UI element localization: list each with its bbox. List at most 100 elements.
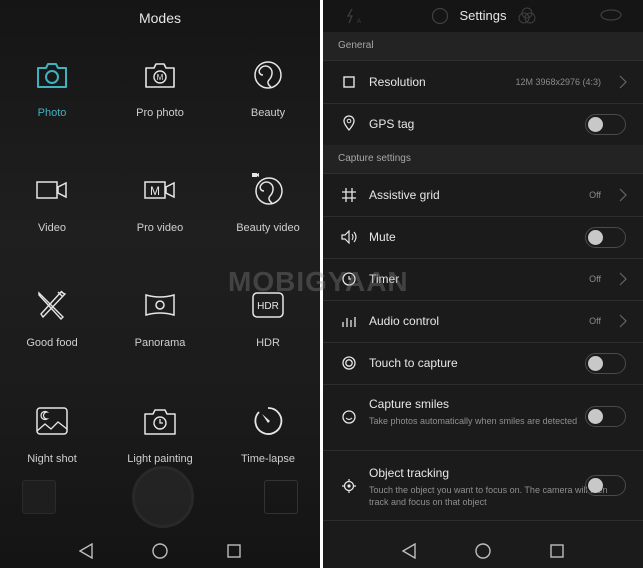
- capture-smiles-toggle[interactable]: [585, 406, 626, 427]
- shutter-button[interactable]: [132, 466, 194, 528]
- mode-label: HDR: [256, 337, 280, 349]
- mute-toggle[interactable]: [585, 227, 626, 248]
- setting-touch-to-capture[interactable]: Touch to capture: [323, 342, 643, 385]
- modes-title: Modes: [138, 10, 182, 26]
- section-label: Capture settings: [338, 153, 411, 164]
- mode-label: Panorama: [134, 337, 186, 349]
- video-camera-icon: [32, 170, 72, 210]
- section-label: General: [338, 40, 374, 51]
- mode-beauty-video[interactable]: Beauty video: [215, 170, 320, 234]
- setting-description: Take photos automatically when smiles ar…: [369, 416, 578, 426]
- beauty-video-icon: [248, 170, 288, 210]
- mode-beauty[interactable]: Beauty: [215, 55, 320, 119]
- mode-label: Good food: [26, 337, 78, 349]
- setting-label: Audio control: [369, 314, 440, 328]
- mode-photo[interactable]: Photo: [0, 55, 105, 119]
- mode-label: Pro video: [136, 222, 184, 234]
- setting-value: Off: [589, 190, 601, 200]
- mode-light-painting[interactable]: Light painting: [107, 401, 213, 465]
- smile-icon: [340, 408, 358, 426]
- audio-bars-icon: [340, 312, 358, 330]
- mode-label: Photo: [37, 107, 67, 119]
- setting-value: Off: [589, 274, 601, 284]
- target-icon: [340, 477, 358, 495]
- setting-gps-tag[interactable]: GPS tag: [323, 103, 643, 146]
- pro-video-icon: M: [140, 170, 180, 210]
- toggle-knob: [588, 356, 603, 371]
- home-icon[interactable]: [151, 542, 169, 560]
- setting-description: Touch the object you want to focus on. T…: [369, 485, 608, 507]
- toggle-knob: [588, 230, 603, 245]
- section-general: General: [323, 32, 643, 61]
- object-tracking-toggle[interactable]: [585, 475, 626, 496]
- toggle-knob: [588, 117, 603, 132]
- back-icon[interactable]: [77, 542, 95, 560]
- panorama-icon: [140, 285, 180, 325]
- navigation-bar: [0, 534, 320, 568]
- recents-icon[interactable]: [548, 542, 566, 560]
- location-pin-icon: [340, 114, 358, 132]
- mode-good-food[interactable]: Good food: [0, 285, 105, 349]
- camera-top-bar: A Settings: [323, 0, 643, 32]
- mode-label: Beauty: [250, 107, 286, 119]
- settings-title: Settings: [459, 8, 507, 23]
- home-icon[interactable]: [474, 542, 492, 560]
- setting-label: GPS tag: [369, 117, 415, 131]
- night-shot-icon: [32, 401, 72, 441]
- mode-time-lapse[interactable]: Time-lapse: [215, 401, 320, 465]
- chevron-right-icon: [619, 314, 627, 328]
- mode-label: Pro photo: [136, 107, 184, 119]
- setting-label: Assistive grid: [369, 188, 440, 202]
- gallery-thumbnail[interactable]: [22, 480, 56, 514]
- mode-pro-video[interactable]: M Pro video: [107, 170, 213, 234]
- chevron-right-icon: [619, 188, 627, 202]
- svg-text:M: M: [157, 73, 164, 82]
- recents-icon[interactable]: [225, 542, 243, 560]
- mode-video[interactable]: Video: [0, 170, 105, 234]
- speaker-icon: [340, 228, 358, 246]
- toggle-knob: [588, 409, 603, 424]
- svg-text:HDR: HDR: [257, 301, 279, 312]
- touch-to-capture-toggle[interactable]: [585, 353, 626, 374]
- fork-knife-icon: [32, 285, 72, 325]
- switch-camera-button[interactable]: [264, 480, 298, 514]
- setting-resolution[interactable]: Resolution 12M 3968x2976 (4:3): [323, 61, 643, 104]
- resolution-square-icon: [340, 73, 358, 91]
- section-capture-settings: Capture settings: [323, 145, 643, 174]
- mode-label: Time-lapse: [241, 453, 295, 465]
- setting-label: Capture smiles: [369, 397, 450, 411]
- chevron-right-icon: [619, 75, 627, 89]
- mode-night-shot[interactable]: Night shot: [0, 401, 105, 465]
- mode-panorama[interactable]: Panorama: [107, 285, 213, 349]
- setting-assistive-grid[interactable]: Assistive grid Off: [323, 174, 643, 217]
- chevron-right-icon: [619, 272, 627, 286]
- setting-label: Object tracking: [369, 466, 450, 480]
- light-painting-icon: [140, 401, 180, 441]
- mode-pro-photo[interactable]: M Pro photo: [107, 55, 213, 119]
- setting-label: Resolution: [369, 75, 426, 89]
- time-lapse-icon: [248, 401, 288, 441]
- toggle-knob: [588, 478, 603, 493]
- setting-label: Mute: [369, 230, 396, 244]
- touch-capture-icon: [340, 354, 358, 372]
- mode-label: Beauty video: [236, 222, 300, 234]
- mode-label: Light painting: [127, 453, 193, 465]
- setting-label: Touch to capture: [369, 356, 458, 370]
- setting-capture-smiles[interactable]: Capture smiles Take photos automatically…: [323, 384, 643, 451]
- watermark: MOBIGYAAN: [228, 266, 409, 297]
- gps-tag-toggle[interactable]: [585, 114, 626, 135]
- setting-audio-control[interactable]: Audio control Off: [323, 300, 643, 343]
- grid-icon: [340, 186, 358, 204]
- beauty-face-icon: [248, 55, 288, 95]
- pro-camera-icon: M: [140, 55, 180, 95]
- navigation-bar: [323, 534, 643, 568]
- mode-label: Night shot: [27, 453, 77, 465]
- camera-icon: [32, 55, 72, 95]
- mode-label: Video: [38, 222, 66, 234]
- setting-value: Off: [589, 316, 601, 326]
- back-icon[interactable]: [400, 542, 418, 560]
- svg-text:M: M: [150, 184, 160, 198]
- setting-object-tracking[interactable]: Object tracking Touch the object you wan…: [323, 450, 643, 521]
- setting-value: 12M 3968x2976 (4:3): [515, 77, 601, 87]
- setting-mute[interactable]: Mute: [323, 216, 643, 259]
